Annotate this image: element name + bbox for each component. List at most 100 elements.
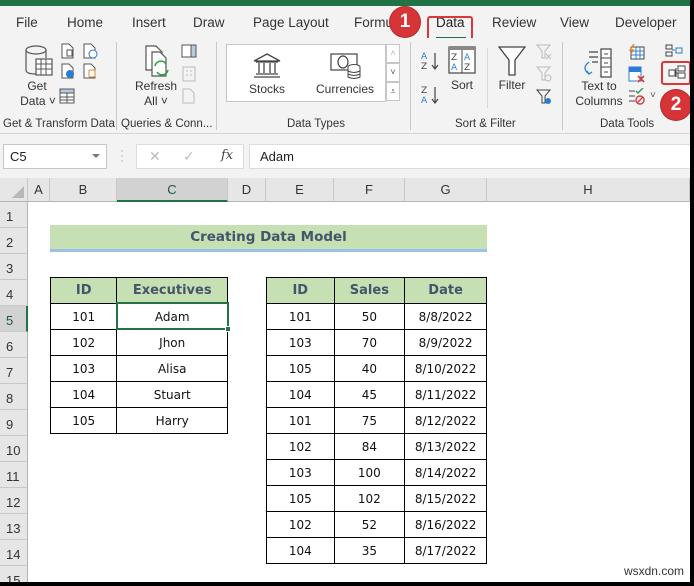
row-header-2[interactable]: 2 bbox=[0, 228, 28, 254]
executives-table-cell[interactable]: 103 bbox=[49, 355, 118, 382]
sales-table-cell[interactable]: 8/11/2022 bbox=[404, 381, 487, 408]
sales-table-cell[interactable]: 8/12/2022 bbox=[404, 407, 487, 434]
sales-table-cell[interactable]: 50 bbox=[333, 303, 406, 330]
from-table-range-icon[interactable] bbox=[59, 88, 75, 104]
executives-table-cell[interactable]: 101 bbox=[49, 303, 118, 330]
column-header-f[interactable]: F bbox=[334, 178, 405, 202]
sort-z-to-a-icon[interactable]: Z A bbox=[420, 84, 442, 106]
row-header-9[interactable]: 9 bbox=[0, 410, 28, 436]
executives-table-cell[interactable]: Adam bbox=[116, 303, 228, 330]
sales-table-cell[interactable]: 75 bbox=[333, 407, 406, 434]
sales-table-cell[interactable]: 105 bbox=[266, 355, 335, 382]
executives-table-header-cell[interactable]: ID bbox=[49, 277, 118, 304]
sales-table-cell[interactable]: 102 bbox=[333, 485, 406, 512]
column-header-a[interactable]: A bbox=[28, 178, 50, 202]
tab-view[interactable]: View bbox=[560, 15, 589, 30]
row-header-3[interactable]: 3 bbox=[0, 254, 28, 280]
row-header-1[interactable]: 1 bbox=[0, 202, 28, 228]
column-header-c[interactable]: C bbox=[117, 178, 228, 202]
column-header-b[interactable]: B bbox=[50, 178, 117, 202]
sheet-title[interactable]: Creating Data Model bbox=[50, 225, 487, 252]
tab-formulas[interactable]: Formu bbox=[354, 15, 393, 30]
sales-table-cell[interactable]: 100 bbox=[333, 459, 406, 486]
executives-table-cell[interactable]: 104 bbox=[49, 381, 118, 408]
sales-table-cell[interactable]: 45 bbox=[333, 381, 406, 408]
row-header-15[interactable]: 15 bbox=[0, 566, 28, 582]
tab-file[interactable]: File bbox=[16, 15, 38, 30]
row-header-11[interactable]: 11 bbox=[0, 462, 28, 488]
sales-table-cell[interactable]: 101 bbox=[266, 303, 335, 330]
executives-table-cell[interactable]: 102 bbox=[49, 329, 118, 356]
select-all-button[interactable] bbox=[0, 178, 28, 202]
row-header-13[interactable]: 13 bbox=[0, 514, 28, 540]
column-header-d[interactable]: D bbox=[228, 178, 266, 202]
executives-table-cell[interactable]: 105 bbox=[49, 407, 118, 434]
tab-developer[interactable]: Developer bbox=[615, 15, 677, 30]
sales-table-cell[interactable]: 103 bbox=[266, 329, 335, 356]
row-header-6[interactable]: 6 bbox=[0, 332, 28, 358]
formula-input[interactable]: Adam bbox=[249, 144, 690, 169]
gallery-scroll-down[interactable]: ˅ bbox=[386, 63, 400, 82]
sales-table-cell[interactable]: 103 bbox=[266, 459, 335, 486]
row-header-12[interactable]: 12 bbox=[0, 488, 28, 514]
sales-table-cell[interactable]: 52 bbox=[333, 511, 406, 538]
tab-home[interactable]: Home bbox=[67, 15, 103, 30]
sales-table-cell[interactable]: 101 bbox=[266, 407, 335, 434]
tab-insert[interactable]: Insert bbox=[132, 15, 166, 30]
consolidate-icon[interactable] bbox=[665, 44, 683, 58]
name-box-dropdown-icon[interactable] bbox=[92, 154, 100, 158]
row-header-7[interactable]: 7 bbox=[0, 358, 28, 384]
column-header-h[interactable]: H bbox=[487, 178, 690, 202]
executives-table-header-cell[interactable]: Executives bbox=[116, 277, 228, 304]
enter-icon[interactable]: ✓ bbox=[183, 148, 195, 165]
name-box[interactable]: C5 bbox=[3, 144, 107, 169]
tab-review[interactable]: Review bbox=[492, 15, 536, 30]
sales-table-header-cell[interactable]: Sales bbox=[333, 277, 406, 304]
executives-table-cell[interactable]: Jhon bbox=[116, 329, 228, 356]
sales-table-cell[interactable]: 102 bbox=[266, 511, 335, 538]
insert-function-icon[interactable]: fx bbox=[221, 148, 233, 163]
sales-table-cell[interactable]: 105 bbox=[266, 485, 335, 512]
sales-table-cell[interactable]: 8/14/2022 bbox=[404, 459, 487, 486]
sort-a-to-z-icon[interactable]: A Z bbox=[420, 50, 442, 72]
advanced-filter-icon[interactable] bbox=[536, 89, 552, 105]
sales-table-cell[interactable]: 8/15/2022 bbox=[404, 485, 487, 512]
sales-table-header-cell[interactable]: Date bbox=[404, 277, 487, 304]
queries-connections-icon[interactable] bbox=[181, 44, 197, 58]
data-validation-icon[interactable] bbox=[628, 88, 646, 106]
tab-draw[interactable]: Draw bbox=[193, 15, 225, 30]
sales-table-header-cell[interactable]: ID bbox=[266, 277, 335, 304]
remove-duplicates-icon[interactable] bbox=[628, 66, 646, 84]
sales-table-cell[interactable]: 104 bbox=[266, 381, 335, 408]
sales-table-cell[interactable]: 8/16/2022 bbox=[404, 511, 487, 538]
column-header-g[interactable]: G bbox=[405, 178, 487, 202]
recent-sources-icon[interactable] bbox=[83, 43, 99, 59]
sales-table-cell[interactable]: 40 bbox=[333, 355, 406, 382]
sales-table-cell[interactable]: 35 bbox=[333, 537, 406, 564]
sales-table-cell[interactable]: 70 bbox=[333, 329, 406, 356]
column-header-e[interactable]: E bbox=[266, 178, 334, 202]
gallery-more[interactable]: ⩡ bbox=[386, 82, 400, 101]
cancel-icon[interactable]: ✕ bbox=[149, 148, 161, 165]
row-header-8[interactable]: 8 bbox=[0, 384, 28, 410]
from-text-csv-icon[interactable] bbox=[61, 43, 75, 59]
row-header-4[interactable]: 4 bbox=[0, 280, 28, 306]
existing-connections-icon[interactable] bbox=[83, 63, 99, 79]
row-header-14[interactable]: 14 bbox=[0, 540, 28, 566]
sales-table-cell[interactable]: 8/13/2022 bbox=[404, 433, 487, 460]
sales-table-cell[interactable]: 8/10/2022 bbox=[404, 355, 487, 382]
sales-table-cell[interactable]: 8/8/2022 bbox=[404, 303, 487, 330]
sales-table-cell[interactable]: 8/17/2022 bbox=[404, 537, 487, 564]
data-validation-dropdown-icon[interactable]: ˅ bbox=[650, 90, 656, 101]
gallery-scroll-up[interactable]: ˄ bbox=[386, 44, 400, 63]
relationships-button[interactable] bbox=[661, 61, 690, 85]
executives-table-cell[interactable]: Stuart bbox=[116, 381, 228, 408]
sales-table-cell[interactable]: 102 bbox=[266, 433, 335, 460]
from-web-icon[interactable] bbox=[61, 63, 77, 79]
executives-table-cell[interactable]: Harry bbox=[116, 407, 228, 434]
sales-table-cell[interactable]: 84 bbox=[333, 433, 406, 460]
sales-table-cell[interactable]: 8/9/2022 bbox=[404, 329, 487, 356]
executives-table-cell[interactable]: Alisa bbox=[116, 355, 228, 382]
tab-page-layout[interactable]: Page Layout bbox=[253, 15, 329, 30]
row-header-10[interactable]: 10 bbox=[0, 436, 28, 462]
